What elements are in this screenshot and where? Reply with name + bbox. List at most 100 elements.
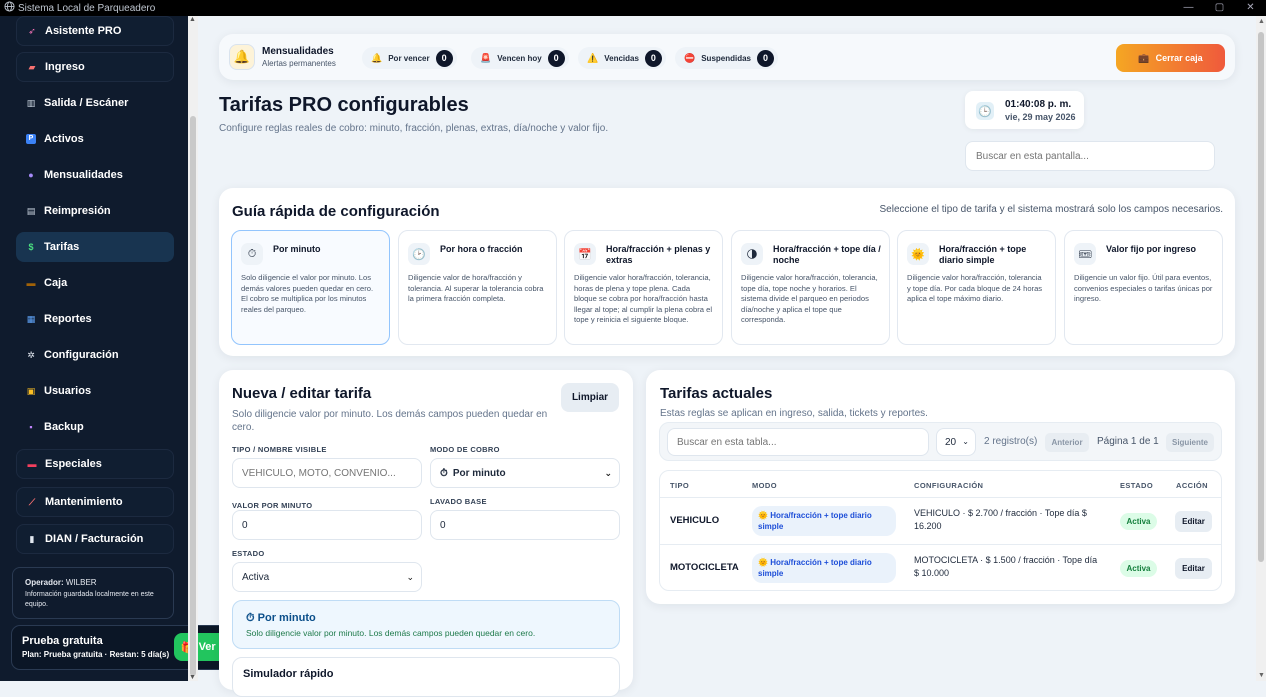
page-info: Página 1 de 1 bbox=[1097, 436, 1159, 447]
minimize-button[interactable]: — bbox=[1173, 0, 1204, 16]
prev-page-button[interactable]: Anterior bbox=[1045, 433, 1089, 452]
column-header: ACCIÓN bbox=[1176, 481, 1208, 490]
screen-search-input[interactable] bbox=[965, 141, 1215, 171]
cerrar-caja-button[interactable]: 💼 Cerrar caja bbox=[1116, 44, 1225, 72]
alerts-bar: 🔔 Mensualidades Alertas permanentes 🔔 Por… bbox=[219, 34, 1235, 80]
bell-icon: 🔔 bbox=[371, 52, 383, 63]
sidebar: ➶ Asistente PRO ▰ Ingreso ▥ Salida / Escáne… bbox=[0, 16, 188, 681]
sidebar-item-ingreso[interactable]: ▰ Ingreso bbox=[16, 52, 174, 82]
lavado-input[interactable]: 0 bbox=[430, 510, 620, 540]
sidebar-item-reportes[interactable]: ▦ Reportes bbox=[16, 304, 174, 334]
alert-pill-por-vencer[interactable]: 🔔 Por vencer 0 bbox=[362, 47, 457, 69]
clock-icon: 🕑 bbox=[408, 243, 430, 265]
chevron-down-icon: ⌄ bbox=[604, 468, 612, 478]
guide-subtitle: Seleccione el tipo de tarifa y el sistem… bbox=[879, 204, 1224, 215]
estado-select[interactable]: Activa ⌄ bbox=[232, 562, 422, 592]
tipo-input[interactable] bbox=[232, 458, 422, 488]
sidebar-item-usuarios[interactable]: ▣ Usuarios bbox=[16, 376, 174, 406]
column-header: ESTADO bbox=[1120, 481, 1154, 490]
edit-button[interactable]: Editar bbox=[1175, 511, 1212, 532]
modo-label: MODO DE COBRO bbox=[430, 445, 500, 454]
parking-icon: P bbox=[26, 134, 36, 144]
scroll-thumb[interactable] bbox=[1258, 32, 1264, 562]
valor-minuto-input[interactable]: 0 bbox=[232, 510, 422, 540]
sidebar-item-label: Salida / Escáner bbox=[44, 97, 129, 109]
page-size-select[interactable]: 20 ⌄ bbox=[936, 428, 976, 456]
close-window-button[interactable]: ✕ bbox=[1235, 0, 1266, 16]
broom-icon: ⟋ bbox=[28, 497, 36, 507]
sidebar-item-activos[interactable]: P Activos bbox=[16, 124, 174, 154]
sidebar-item-salida[interactable]: ▥ Salida / Escáner bbox=[16, 88, 174, 118]
row-config: VEHICULO · $ 2.700 / fracción · Tope día… bbox=[914, 508, 1087, 531]
sidebar-item-mensualidades[interactable]: ● Mensualidades bbox=[16, 160, 174, 190]
column-header: TIPO bbox=[670, 481, 690, 490]
operator-note: Información guardada localmente en este … bbox=[25, 591, 154, 608]
option-por-minuto[interactable]: ⏱ Por minuto Solo diligencie el valor por … bbox=[231, 230, 390, 345]
hint-title: Por minuto bbox=[257, 612, 316, 624]
sidebar-item-label: DIAN / Facturación bbox=[45, 533, 144, 545]
sidebar-item-reimpresion[interactable]: ▤ Reimpresión bbox=[16, 196, 174, 226]
form-title: Nueva / editar tarifa bbox=[232, 385, 372, 402]
scroll-down-icon[interactable]: ▼ bbox=[189, 674, 196, 681]
sidebar-item-especiales[interactable]: ▬ Especiales bbox=[16, 449, 174, 479]
mode-hint: ⏱ Por minuto Solo diligencie valor por m… bbox=[232, 600, 620, 649]
car-icon: ▰ bbox=[28, 62, 36, 72]
alert-pill-vencen-hoy[interactable]: 🚨 Vencen hoy 0 bbox=[471, 47, 569, 69]
clock-date: vie, 29 may 2026 bbox=[1005, 112, 1076, 122]
scroll-thumb[interactable] bbox=[190, 116, 196, 676]
dollar-icon: $ bbox=[28, 242, 34, 252]
operator-name: WILBER bbox=[65, 578, 97, 587]
sidebar-item-asistente-pro[interactable]: ➶ Asistente PRO bbox=[16, 16, 174, 46]
next-page-button[interactable]: Siguiente bbox=[1166, 433, 1214, 452]
sidebar-item-caja[interactable]: ▬ Caja bbox=[16, 268, 174, 298]
scroll-up-icon[interactable]: ▲ bbox=[189, 16, 196, 23]
scroll-down-icon[interactable]: ▼ bbox=[1258, 672, 1265, 679]
sidebar-item-dian[interactable]: ▮ DIAN / Facturación bbox=[16, 524, 174, 554]
sidebar-item-label: Tarifas bbox=[44, 241, 80, 253]
guide-title: Guía rápida de configuración bbox=[232, 203, 440, 220]
table-row: MOTOCICLETA 🌞 Hora/fracción + tope diari… bbox=[660, 544, 1221, 590]
gear-icon: ✲ bbox=[27, 350, 35, 360]
window-titlebar: Sistema Local de Parqueadero — ▢ ✕ bbox=[0, 0, 1266, 16]
sidebar-scrollbar[interactable]: ▲ ▼ bbox=[188, 16, 198, 681]
sidebar-item-label: Caja bbox=[44, 277, 68, 289]
scroll-up-icon[interactable]: ▲ bbox=[1258, 18, 1265, 25]
quick-guide: Guía rápida de configuración Seleccione … bbox=[219, 188, 1235, 356]
sidebar-item-label: Mantenimiento bbox=[45, 496, 123, 508]
table-search-input[interactable] bbox=[667, 428, 929, 456]
page-scrollbar[interactable]: ▲ ▼ bbox=[1256, 16, 1266, 681]
modo-select[interactable]: ⏱ Por minuto ⌄ bbox=[430, 458, 620, 488]
sidebar-item-label: Configuración bbox=[44, 349, 119, 361]
sun-icon: 🌞 bbox=[758, 511, 768, 520]
clock-widget: 🕒 01:40:08 p. m. vie, 29 may 2026 bbox=[965, 91, 1084, 129]
ticket-icon: 🎟 bbox=[1074, 243, 1096, 265]
alarm-icon: 🚨 bbox=[480, 52, 492, 63]
row-config: MOTOCICLETA · $ 1.500 / fracción · Tope … bbox=[914, 555, 1098, 578]
sidebar-item-backup[interactable]: ▪ Backup bbox=[16, 412, 174, 442]
limpiar-button[interactable]: Limpiar bbox=[561, 383, 619, 412]
option-dia-noche[interactable]: 🌗 Hora/fracción + tope día / noche Diligen… bbox=[731, 230, 890, 345]
bell-icon: 🔔 bbox=[229, 44, 255, 70]
column-header: CONFIGURACIÓN bbox=[914, 481, 984, 490]
maximize-button[interactable]: ▢ bbox=[1204, 0, 1235, 16]
alert-pill-vencidas[interactable]: ⚠️ Vencidas 0 bbox=[578, 47, 666, 69]
alert-pill-suspendidas[interactable]: ⛔ Suspendidas 0 bbox=[675, 47, 779, 69]
sidebar-item-tarifas[interactable]: $ Tarifas bbox=[16, 232, 174, 262]
badge-icon: ▣ bbox=[26, 386, 36, 396]
simulator-title: Simulador rápido bbox=[243, 668, 334, 680]
chevron-down-icon: ⌄ bbox=[406, 572, 414, 582]
option-tope-diario[interactable]: 🌞 Hora/fracción + tope diario simple Dilig… bbox=[897, 230, 1056, 345]
sidebar-item-configuracion[interactable]: ✲ Configuración bbox=[16, 340, 174, 370]
status-badge: Activa bbox=[1120, 560, 1157, 577]
sidebar-item-label: Activos bbox=[44, 133, 84, 145]
table-title: Tarifas actuales bbox=[660, 385, 773, 402]
option-hora-fraccion[interactable]: 🕑 Por hora o fracción Diligencie valor de … bbox=[398, 230, 557, 345]
option-valor-fijo[interactable]: 🎟 Valor fijo por ingreso Diligencie un val… bbox=[1064, 230, 1223, 345]
edit-button[interactable]: Editar bbox=[1175, 558, 1212, 579]
option-plenas-extras[interactable]: 📅 Hora/fracción + plenas y extras Diligenc… bbox=[564, 230, 723, 345]
calendar-icon: 📅 bbox=[574, 243, 596, 265]
stopwatch-icon: ⏱ bbox=[440, 467, 448, 479]
column-header: MODO bbox=[752, 481, 777, 490]
sidebar-item-mantenimiento[interactable]: ⟋ Mantenimiento bbox=[16, 487, 174, 517]
operator-label: Operador: bbox=[25, 578, 64, 587]
